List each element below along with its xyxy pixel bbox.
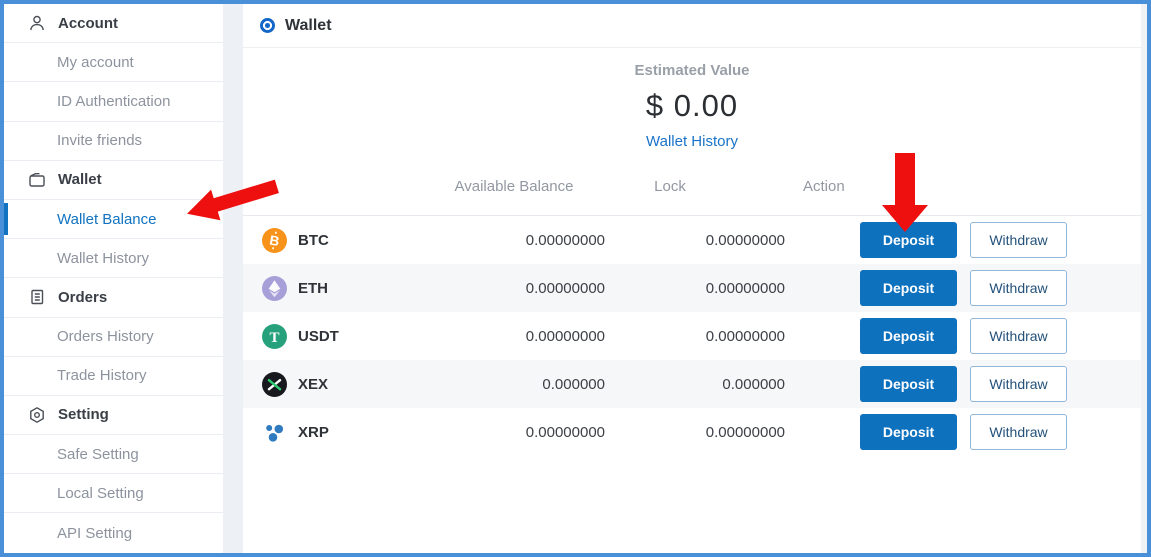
estimated-value-summary: Estimated Value $ 0.00 Wallet History — [243, 48, 1141, 158]
table-row-eth: ETH 0.000000000.00000000 Deposit Withdraw — [243, 264, 1141, 312]
btc-icon: B — [262, 228, 287, 253]
lock-value: 0.000000 — [605, 376, 785, 393]
header-available-balance: Available Balance — [423, 178, 605, 195]
coin-cell: T USDT — [243, 324, 423, 349]
coin-symbol: XRP — [298, 424, 329, 441]
sidebar-item-label: Safe Setting — [57, 446, 139, 463]
eth-icon — [262, 276, 287, 301]
svg-text:T: T — [269, 330, 279, 346]
xex-icon — [262, 372, 287, 397]
sidebar-item-label: Wallet History — [57, 250, 149, 267]
sidebar-item-wallet-balance[interactable]: Wallet Balance — [4, 200, 223, 239]
available-balance-value: 0.00000000 — [423, 232, 605, 249]
coin-cell: XRP — [243, 420, 423, 445]
table-row-xex: XEX 0.0000000.000000 Deposit Withdraw — [243, 360, 1141, 408]
tab-wallet[interactable]: Wallet — [243, 4, 1141, 48]
main-panel: Wallet Estimated Value $ 0.00 Wallet His… — [243, 4, 1141, 553]
action-cell: Deposit Withdraw — [785, 366, 1141, 402]
available-balance-value: 0.000000 — [423, 376, 605, 393]
sidebar-item-orders-history[interactable]: Orders History — [4, 318, 223, 357]
lock-value: 0.00000000 — [605, 280, 785, 297]
sidebar-item-label: My account — [57, 54, 134, 71]
sidebar-item-wallet-history[interactable]: Wallet History — [4, 239, 223, 278]
withdraw-button[interactable]: Withdraw — [970, 270, 1067, 306]
sidebar-item-label: Account — [58, 15, 118, 32]
coin-cell: XEX — [243, 372, 423, 397]
sidebar-item-trade-history[interactable]: Trade History — [4, 357, 223, 396]
tab-wallet-label: Wallet — [285, 17, 332, 35]
wallet-icon — [28, 171, 46, 189]
deposit-button[interactable]: Deposit — [860, 222, 957, 258]
sidebar-item-safe-setting[interactable]: Safe Setting — [4, 435, 223, 474]
sidebar-item-id-authentication[interactable]: ID Authentication — [4, 82, 223, 121]
sidebar-item-wallet[interactable]: Wallet — [4, 161, 223, 200]
lock-value: 0.00000000 — [605, 232, 785, 249]
withdraw-button[interactable]: Withdraw — [970, 366, 1067, 402]
table-row-btc: B BTC 0.000000000.00000000 Deposit Withdraw — [243, 216, 1141, 264]
table-row-xrp: XRP 0.000000000.00000000 Deposit Withdraw — [243, 408, 1141, 456]
action-cell: Deposit Withdraw — [785, 222, 1141, 258]
sidebar-item-account[interactable]: Account — [4, 4, 223, 43]
sidebar-item-label: API Setting — [57, 525, 132, 542]
coin-symbol: ETH — [298, 280, 328, 297]
table-header-row: Available Balance Lock Action — [243, 158, 1141, 216]
usdt-icon: T — [262, 324, 287, 349]
sidebar-item-label: Wallet Balance — [57, 211, 157, 228]
header-lock: Lock — [605, 178, 785, 195]
available-balance-value: 0.00000000 — [423, 280, 605, 297]
sidebar-item-label: Wallet — [58, 171, 102, 188]
sidebar-item-api-setting[interactable]: API Setting — [4, 513, 223, 552]
sidebar-main-divider — [223, 4, 243, 553]
wallet-table-body: BBTC0.000000000.00000000DepositWithdrawE… — [243, 216, 1141, 456]
scrollbar-track[interactable] — [1141, 4, 1147, 553]
lock-value: 0.00000000 — [605, 424, 785, 441]
table-row-usdt: T USDT 0.000000000.00000000 Deposit Withdraw — [243, 312, 1141, 360]
available-balance-value: 0.00000000 — [423, 424, 605, 441]
estimated-value-amount: $ 0.00 — [243, 88, 1141, 124]
sidebar-item-label: Local Setting — [57, 485, 144, 502]
gear-icon — [28, 406, 46, 424]
deposit-button[interactable]: Deposit — [860, 270, 957, 306]
sidebar-item-label: Orders History — [57, 328, 154, 345]
header-action: Action — [785, 178, 1141, 195]
action-cell: Deposit Withdraw — [785, 414, 1141, 450]
coin-symbol: XEX — [298, 376, 328, 393]
coin-cell: ETH — [243, 276, 423, 301]
coin-symbol: BTC — [298, 232, 329, 249]
deposit-button[interactable]: Deposit — [860, 366, 957, 402]
sidebar-item-invite-friends[interactable]: Invite friends — [4, 122, 223, 161]
lock-value: 0.00000000 — [605, 328, 785, 345]
user-icon — [28, 14, 46, 32]
sidebar-item-label: Trade History — [57, 367, 146, 384]
coin-symbol: USDT — [298, 328, 339, 345]
sidebar-item-label: Setting — [58, 406, 109, 423]
sidebar-item-my-account[interactable]: My account — [4, 43, 223, 82]
withdraw-button[interactable]: Withdraw — [970, 414, 1067, 450]
action-cell: Deposit Withdraw — [785, 270, 1141, 306]
withdraw-button[interactable]: Withdraw — [970, 222, 1067, 258]
sidebar-item-setting[interactable]: Setting — [4, 396, 223, 435]
deposit-button[interactable]: Deposit — [860, 318, 957, 354]
sidebar-item-label: Invite friends — [57, 132, 142, 149]
radio-selected-icon — [260, 18, 275, 33]
sidebar-item-orders[interactable]: Orders — [4, 278, 223, 317]
sidebar-item-label: Orders — [58, 289, 107, 306]
sidebar-item-local-setting[interactable]: Local Setting — [4, 474, 223, 513]
wallet-history-link[interactable]: Wallet History — [646, 133, 738, 150]
xrp-icon — [262, 420, 287, 445]
estimated-value-label: Estimated Value — [243, 62, 1141, 79]
action-cell: Deposit Withdraw — [785, 318, 1141, 354]
sidebar: Account My account ID Authentication Invite… — [4, 4, 223, 553]
available-balance-value: 0.00000000 — [423, 328, 605, 345]
coin-cell: B BTC — [243, 228, 423, 253]
withdraw-button[interactable]: Withdraw — [970, 318, 1067, 354]
sidebar-item-label: ID Authentication — [57, 93, 170, 110]
orders-icon — [28, 288, 46, 306]
deposit-button[interactable]: Deposit — [860, 414, 957, 450]
